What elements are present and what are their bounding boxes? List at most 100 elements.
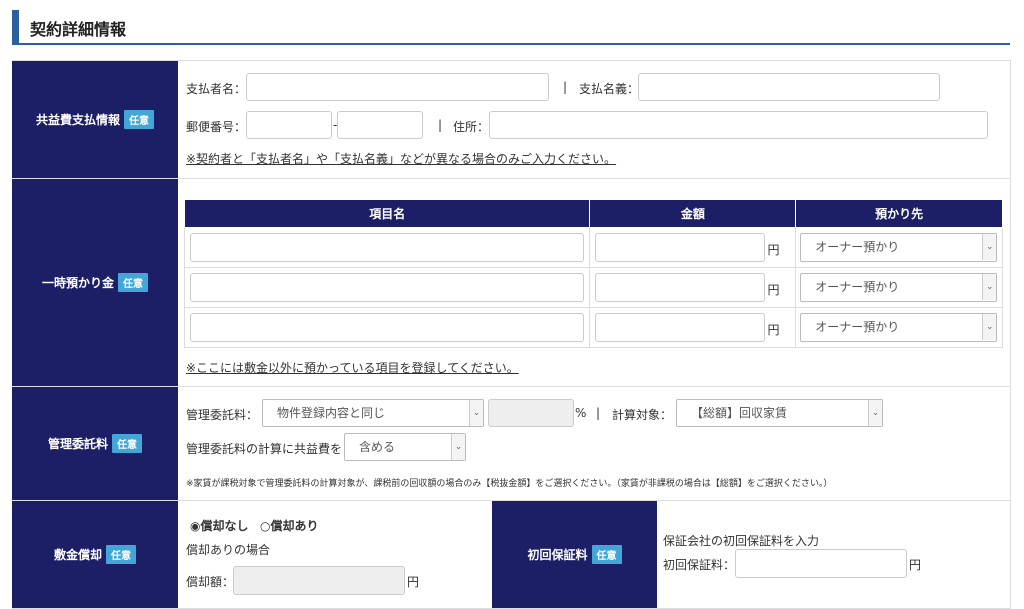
item-cell <box>183 267 591 308</box>
account-name-label: 支払名義： <box>579 82 640 96</box>
item-name-input[interactable] <box>190 313 584 342</box>
section-header: 契約詳細情報 <box>12 8 1010 45</box>
amortization-case-label: 償却ありの場合 <box>186 543 271 557</box>
item-cell <box>183 227 591 268</box>
row-header-initial-guarantee: 初回保証料 任意 <box>492 501 657 608</box>
amortization-amount-label: 償却額： <box>186 575 235 589</box>
column-header-item: 項目名 <box>183 199 591 228</box>
row-amortization-guarantee: 敷金償却 任意 ◉償却なし ○償却あり 償却ありの場合 償却額： 円 初回保証料… <box>12 501 1011 609</box>
row-body-initial-guarantee: 保証会社の初回保証料を入力 初回保証料： 円 <box>657 501 1010 608</box>
address-input[interactable] <box>489 111 988 139</box>
payer-name-input[interactable] <box>246 73 549 101</box>
chevron-down-icon: ⌄ <box>982 274 997 300</box>
yen-unit: 円 <box>767 323 780 337</box>
initial-guarantee-fee-label: 初回保証料： <box>663 558 736 572</box>
row-management-fee: 管理委託料 任意 管理委託料： 物件登録内容と同じ ⌄ % | 計算対象： 【総額… <box>12 387 1011 501</box>
chevron-down-icon: ⌄ <box>451 434 465 460</box>
amortization-amount-input[interactable] <box>233 566 405 595</box>
row-header-label: 初回保証料 <box>527 548 588 562</box>
address-label: 住所： <box>453 120 490 134</box>
table-row: 円 オーナー預かり ⌄ <box>183 307 1003 348</box>
initial-guarantee-fee-input[interactable] <box>735 549 907 578</box>
common-fee-include-select-value: 含める <box>359 440 396 454</box>
separator: | <box>563 80 568 94</box>
page-title: 契約詳細情報 <box>30 20 127 39</box>
amortization-none-radio[interactable]: ◉償却なし <box>190 517 248 534</box>
management-fee-percent-input[interactable] <box>488 399 574 427</box>
chevron-down-icon: ⌄ <box>469 400 483 426</box>
holder-cell: オーナー預かり ⌄ <box>795 267 1003 308</box>
deposit-note: ※ここには敷金以外に預かっている項目を登録してください。 <box>186 361 519 375</box>
postal-code-label: 郵便番号： <box>186 120 247 134</box>
postal-code-second-input[interactable] <box>337 111 423 139</box>
chevron-down-icon: ⌄ <box>982 234 997 260</box>
percent-unit: % <box>575 406 587 420</box>
calc-target-label: 計算対象： <box>612 408 673 422</box>
optional-badge: 任意 <box>124 110 154 129</box>
row-payer-info: 共益費支払情報 任意 支払者名： | 支払名義： 郵便番号： - | 住所： ※… <box>12 61 1011 179</box>
row-header-payer-info: 共益費支払情報 任意 <box>12 61 178 178</box>
amortization-yes-radio[interactable]: ○償却あり <box>260 517 318 534</box>
amount-input[interactable] <box>595 273 766 302</box>
chevron-down-icon: ⌄ <box>982 314 997 340</box>
optional-badge: 任意 <box>106 545 136 564</box>
postal-code-first-input[interactable] <box>246 111 332 139</box>
holder-select-value: オーナー預かり <box>815 280 900 294</box>
holder-select-value: オーナー預かり <box>815 320 900 334</box>
holder-select-value: オーナー預かり <box>815 240 900 254</box>
item-cell <box>183 307 591 348</box>
contract-detail-form: 共益費支払情報 任意 支払者名： | 支払名義： 郵便番号： - | 住所： ※… <box>12 60 1011 609</box>
separator: | <box>596 406 601 420</box>
yen-unit: 円 <box>909 558 922 572</box>
holder-select[interactable]: オーナー預かり ⌄ <box>800 313 998 342</box>
row-body-management-fee: 管理委託料： 物件登録内容と同じ ⌄ % | 計算対象： 【総額】回収家賃 ⌄ 管理… <box>178 387 1010 500</box>
guarantee-description: 保証会社の初回保証料を入力 <box>663 534 820 548</box>
common-fee-include-select[interactable]: 含める ⌄ <box>344 433 466 461</box>
table-row: 円 オーナー預かり ⌄ <box>183 227 1003 268</box>
holder-select[interactable]: オーナー預かり ⌄ <box>800 233 998 262</box>
optional-badge: 任意 <box>591 545 622 564</box>
amount-cell: 円 <box>589 267 797 308</box>
optional-badge: 任意 <box>118 273 148 292</box>
yen-unit: 円 <box>767 283 780 297</box>
management-fee-note: ※家賃が課税対象で管理委託料の計算対象が、課税前の回収額の場合のみ【税抜金額】を… <box>186 479 833 489</box>
row-header-label: 管理委託料 <box>47 437 108 451</box>
yen-unit: 円 <box>407 575 420 589</box>
row-header-management-fee: 管理委託料 任意 <box>12 387 178 500</box>
item-name-input[interactable] <box>190 273 584 302</box>
row-body-payer-info: 支払者名： | 支払名義： 郵便番号： - | 住所： ※契約者と「支払者名」や… <box>178 61 1010 178</box>
holder-cell: オーナー預かり ⌄ <box>795 227 1003 268</box>
payer-note: ※契約者と「支払者名」や「支払名義」などが異なる場合のみご入力ください。 <box>186 152 617 166</box>
section-header-accent <box>12 10 19 44</box>
chevron-down-icon: ⌄ <box>868 400 882 426</box>
row-header-amortization: 敷金償却 任意 <box>12 501 178 608</box>
management-fee-label: 管理委託料： <box>186 408 259 422</box>
management-fee-select[interactable]: 物件登録内容と同じ ⌄ <box>262 399 484 427</box>
holder-cell: オーナー預かり ⌄ <box>795 307 1003 348</box>
calc-target-select[interactable]: 【総額】回収家賃 ⌄ <box>676 399 883 427</box>
holder-select[interactable]: オーナー預かり ⌄ <box>800 273 998 302</box>
amount-cell: 円 <box>589 227 797 268</box>
table-row: 円 オーナー預かり ⌄ <box>183 267 1003 308</box>
amount-input[interactable] <box>595 233 766 262</box>
payer-name-label: 支払者名： <box>186 82 247 96</box>
management-fee-select-value: 物件登録内容と同じ <box>277 406 386 420</box>
row-body-amortization: ◉償却なし ○償却あり 償却ありの場合 償却額： 円 <box>178 501 490 608</box>
table-header-row: 項目名 金額 預かり先 <box>183 199 1003 228</box>
deposit-table: 項目名 金額 預かり先 円 オーナー預かり ⌄ 円 オーナー預かり ⌄ 円 オー… <box>183 199 1003 348</box>
row-header-label: 敷金償却 <box>53 548 102 562</box>
row-header-label: 共益費支払情報 <box>35 113 120 127</box>
account-name-input[interactable] <box>638 73 940 101</box>
item-name-input[interactable] <box>190 233 584 262</box>
optional-badge: 任意 <box>112 434 142 453</box>
calc-target-select-value: 【総額】回収家賃 <box>691 406 788 420</box>
separator: | <box>438 118 443 132</box>
common-fee-calc-label: 管理委託料の計算に共益費を <box>186 442 343 456</box>
row-body-temporary-deposit: 項目名 金額 預かり先 円 オーナー預かり ⌄ 円 オーナー預かり ⌄ 円 オー… <box>178 179 1010 386</box>
row-header-temporary-deposit: 一時預かり金 任意 <box>12 179 178 386</box>
amount-input[interactable] <box>595 313 766 342</box>
column-header-holder: 預かり先 <box>795 199 1003 228</box>
row-temporary-deposit: 一時預かり金 任意 項目名 金額 預かり先 円 オーナー預かり ⌄ 円 オーナー… <box>12 179 1011 387</box>
column-header-amount: 金額 <box>589 199 797 228</box>
row-header-label: 一時預かり金 <box>41 276 114 290</box>
